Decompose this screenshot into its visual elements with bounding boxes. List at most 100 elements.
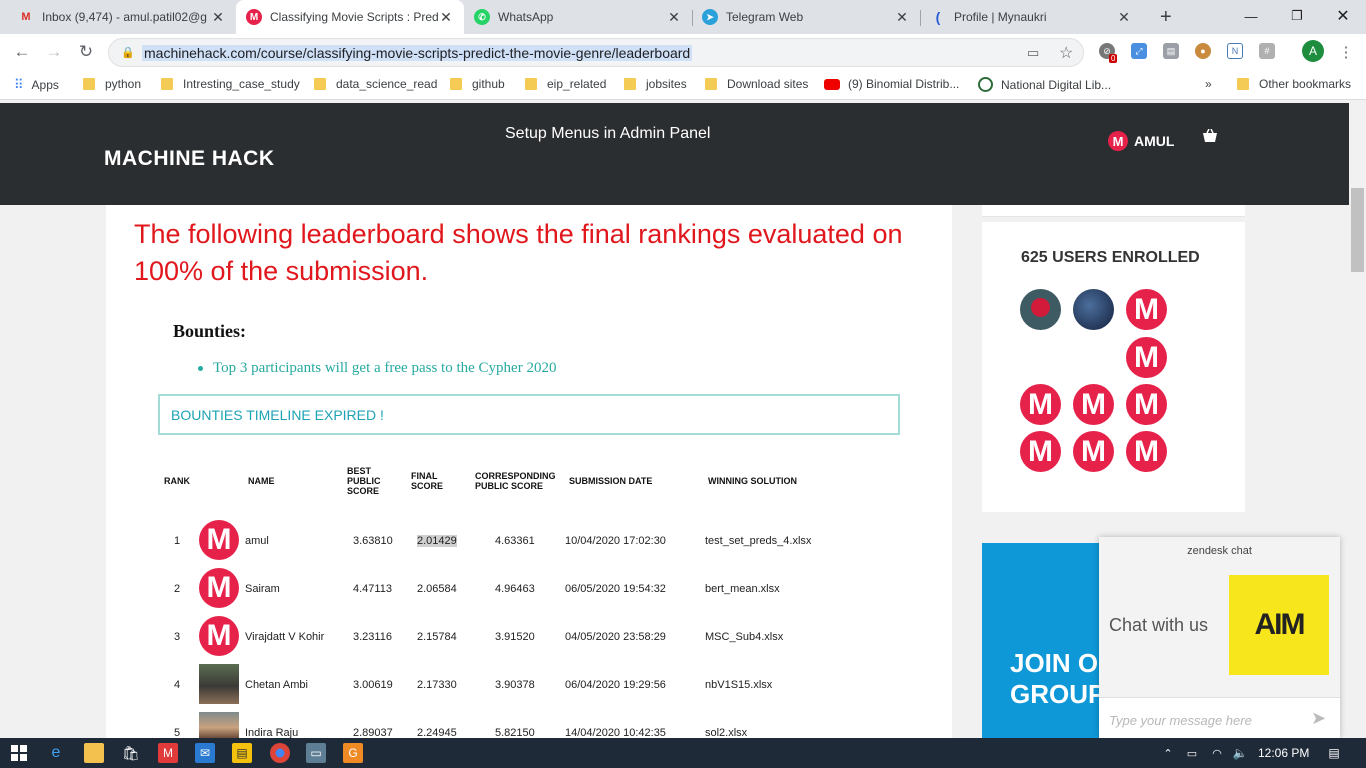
extension-icon[interactable]: ⤢ [1131,43,1147,59]
user-avatar[interactable]: M [1073,384,1114,425]
url-text[interactable]: machinehack.com/course/classifying-movie… [142,45,693,61]
send-icon[interactable]: ➤ [1311,708,1326,729]
battery-icon[interactable]: ▭ [1182,743,1202,763]
row-best-public-score: 3.00619 [353,679,393,691]
profile-avatar[interactable]: A [1302,40,1324,62]
minimize-button[interactable]: ― [1228,0,1274,32]
edge-icon[interactable]: e [46,743,66,763]
expired-notice: BOUNTIES TIMELINE EXPIRED ! [158,394,900,435]
user-avatar[interactable]: M [1020,431,1061,472]
user-avatar[interactable]: M [1020,384,1061,425]
store-icon[interactable]: 🛍 [121,743,141,763]
tab-whatsapp[interactable]: ✆ WhatsApp ✕ [464,0,692,34]
folder-icon [705,78,717,90]
tab-gmail[interactable]: M Inbox (9,474) - amul.patil02@g ✕ [8,0,236,34]
bookmark-github[interactable]: github [450,77,505,91]
back-button[interactable]: ← [10,40,34,64]
mail-icon[interactable]: ✉ [195,743,215,763]
chat-brand: zendesk chat [1187,545,1252,557]
restore-button[interactable]: ❐ [1274,0,1320,32]
row-solution-link[interactable]: nbV1S15.xlsx [705,679,772,691]
gmail-icon[interactable]: M [158,743,178,763]
app-icon[interactable]: G [343,743,363,763]
gmail-icon: M [21,11,31,23]
row-solution-link[interactable]: test_set_preds_4.xlsx [705,535,811,547]
bookmark-download-sites[interactable]: Download sites [705,77,808,91]
user-avatar[interactable]: M [1126,337,1167,378]
row-name[interactable]: Sairam [245,583,280,595]
taskbar-clock[interactable]: 12:06 PM [1258,746,1309,760]
chrome-icon[interactable] [270,743,290,763]
bookmark-python[interactable]: python [83,77,141,91]
bookmark-other[interactable]: Other bookmarks [1237,77,1351,91]
close-icon[interactable]: ✕ [210,9,226,26]
user-avatar[interactable]: M [1073,431,1114,472]
browser-menu-button[interactable]: ⋮ [1334,40,1358,64]
user-avatar[interactable]: M [1126,431,1167,472]
reload-button[interactable]: ↻ [74,40,98,64]
bookmark-eip-related[interactable]: eip_related [525,77,606,91]
extension-icon[interactable]: # [1259,43,1275,59]
user-avatar[interactable]: M [1126,384,1167,425]
cart-icon[interactable] [1202,128,1218,146]
close-icon[interactable]: ✕ [438,9,454,26]
reload-icon: ↻ [78,42,94,61]
user-avatar[interactable]: M [1126,289,1167,330]
extension-icon[interactable]: N [1227,43,1243,59]
machinehack-logo[interactable]: MACHINE HACK [104,147,275,171]
user-avatar[interactable] [1020,289,1061,330]
wifi-icon[interactable]: ◠ [1207,743,1227,763]
tab-telegram[interactable]: ➤ Telegram Web ✕ [692,0,920,34]
participant-photo [199,712,239,738]
scrollbar-thumb[interactable] [1351,188,1364,272]
user-avatar[interactable] [1073,289,1114,330]
tab-machinehack[interactable]: M Classifying Movie Scripts : Pred ✕ [236,0,464,34]
windows-start-icon[interactable] [9,743,29,763]
sticky-notes-icon[interactable]: ▤ [232,743,252,763]
bookmark-apps[interactable]: ⠿ Apps [14,77,59,93]
close-icon[interactable]: ✕ [1116,9,1132,26]
more-bookmarks-button[interactable]: » [1205,77,1212,91]
telegram-banner[interactable]: JOIN OUR TELEGRAM GROUP [982,543,1112,738]
bookmark-jobsites[interactable]: jobsites [624,77,687,91]
cookie-icon[interactable]: ● [1195,43,1211,59]
minimize-icon: ― [1244,8,1258,24]
row-name[interactable]: amul [245,535,269,547]
cast-icon[interactable]: ▭ [1027,45,1039,61]
bookmark-binomial[interactable]: (9) Binomial Distrib... [824,77,959,91]
enrolled-users-title: 625 USERS ENROLLED [1021,249,1200,266]
extension-icon[interactable]: ▤ [1163,43,1179,59]
close-window-button[interactable]: ✕ [1320,0,1366,32]
row-solution-link[interactable]: bert_mean.xlsx [705,583,780,595]
restore-icon: ❐ [1291,8,1303,23]
row-date: 04/05/2020 23:58:29 [565,631,666,643]
star-icon[interactable]: ☆ [1059,43,1073,63]
folder-icon [83,78,95,90]
row-name[interactable]: Virajdatt V Kohir [245,631,324,643]
bookmark-label: Other bookmarks [1259,77,1352,91]
site-header: MACHINE HACK Setup Menus in Admin Panel … [0,103,1349,205]
user-menu[interactable]: M AMUL [1108,131,1174,151]
bookmark-national-digital-lib[interactable]: National Digital Lib... [978,77,1111,92]
tab-naukri[interactable]: ( Profile | Mynaukri ✕ [920,0,1142,34]
forward-button[interactable]: → [42,40,66,64]
row-name[interactable]: Chetan Ambi [245,679,308,691]
chevron-up-icon[interactable]: ⌃ [1158,743,1178,763]
bookmark-intresting-case-study[interactable]: Intresting_case_study [161,77,300,91]
header-corresponding-public-score: CORRESPONDING PUBLIC SCORE [475,471,556,491]
header-rank: RANK [164,476,190,486]
file-explorer-icon[interactable] [84,743,104,763]
address-bar[interactable]: 🔒 machinehack.com/course/classifying-mov… [108,38,1084,67]
telegram-icon: ➤ [702,9,718,25]
close-icon[interactable]: ✕ [666,9,682,26]
volume-icon[interactable]: 🔈 [1230,743,1250,763]
setup-menu-link[interactable]: Setup Menus in Admin Panel [505,125,710,143]
notification-icon[interactable]: ▤ [1324,743,1344,763]
arrow-left-icon: ← [13,42,31,61]
chat-message-input[interactable]: Type your message here ➤ [1099,697,1340,738]
close-icon[interactable]: ✕ [894,9,910,26]
monitor-icon[interactable]: ▭ [306,743,326,763]
new-tab-button[interactable]: + [1150,0,1180,34]
bookmark-data-science-read[interactable]: data_science_read [314,77,437,91]
row-solution-link[interactable]: MSC_Sub4.xlsx [705,631,783,643]
